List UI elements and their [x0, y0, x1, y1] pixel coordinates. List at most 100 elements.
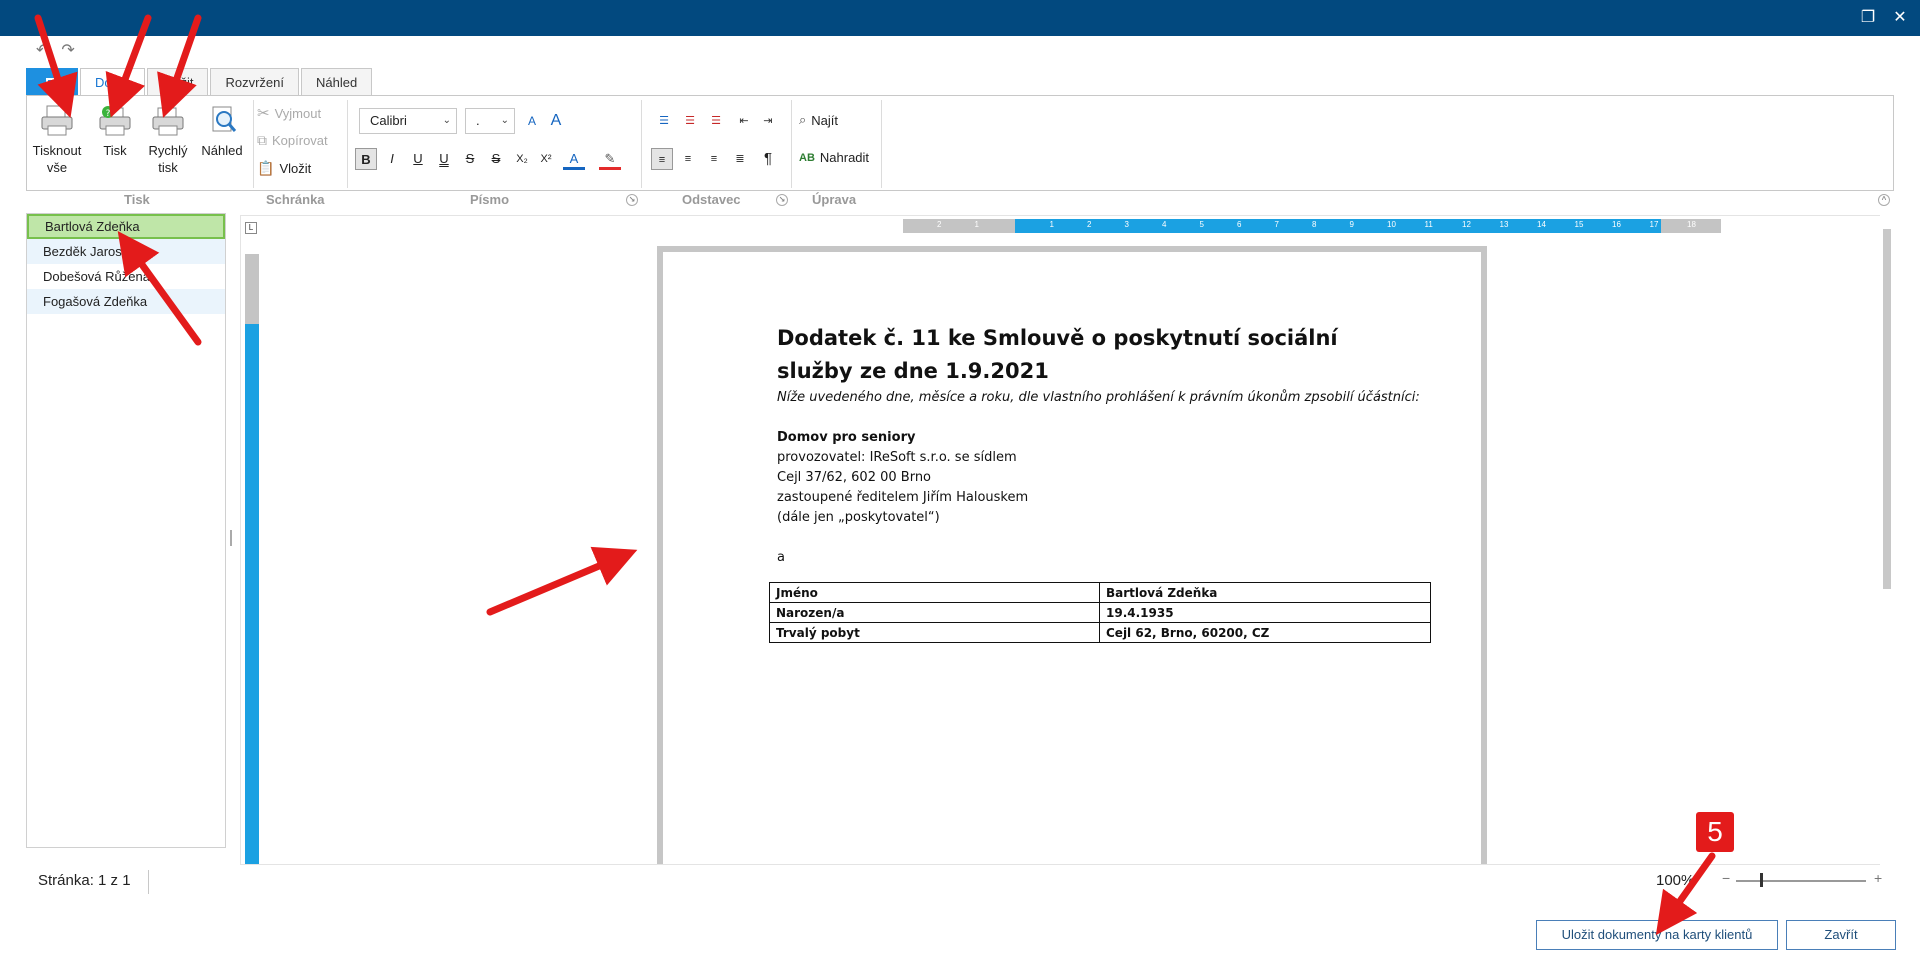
double-underline-button[interactable]: U	[433, 148, 455, 170]
document-title: Dodatek č. 11 ke Smlouvě o poskytnutí so…	[777, 326, 1338, 383]
tab-file[interactable]	[26, 68, 78, 96]
font-size-value: .	[476, 113, 480, 128]
numbering-icon[interactable]: ☰	[679, 110, 701, 132]
underline-button[interactable]: U	[407, 148, 429, 170]
list-item[interactable]: Dobešová Růžena	[27, 264, 225, 289]
group-label-print: Tisk	[124, 192, 150, 207]
ruler-number: 6	[1237, 220, 1242, 229]
list-item[interactable]: Bartlová Zdeňka	[27, 214, 225, 239]
find-label: Najít	[811, 112, 839, 128]
ruler-number: 1	[974, 220, 979, 229]
table-cell: Jméno	[769, 582, 1100, 603]
ribbon-separator	[641, 100, 642, 188]
clipboard-icon: 📋	[257, 160, 275, 176]
font-color-icon[interactable]: A	[563, 148, 585, 170]
zoom-slider[interactable]	[1736, 880, 1866, 882]
undo-icon[interactable]: ↶	[36, 40, 49, 62]
paste-button[interactable]: 📋 Vložit	[257, 160, 311, 177]
align-right-icon[interactable]: ≡	[703, 148, 725, 170]
panel-splitter[interactable]	[230, 530, 232, 546]
group-label-clipboard: Schránka	[266, 192, 325, 207]
tab-insert[interactable]: Vložit	[146, 68, 209, 96]
document-editor[interactable]: L 2 1 1 2 3 4 5 6 7 8 9 10 11 12 13 14 15 16 17 18 Dodatek …	[240, 215, 1894, 865]
find-button[interactable]: ⌕ Najít	[799, 112, 838, 128]
increase-indent-icon[interactable]: ⇥	[757, 110, 779, 132]
print-button[interactable]: ? Tisk	[95, 104, 135, 159]
vertical-scrollbar[interactable]	[1880, 215, 1894, 865]
doc-line: Cejl 37/62, 602 00 Brno	[777, 470, 932, 485]
cut-button[interactable]: ✂ Vyjmout	[257, 104, 321, 122]
bullets-icon[interactable]: ☰	[653, 110, 675, 132]
client-info-table: Jméno Bartlová Zdeňka Narozen/a 19.4.193…	[769, 582, 1431, 643]
scissors-icon: ✂	[257, 105, 270, 122]
doc-line: (dále jen „poskytovatel“)	[777, 510, 940, 525]
redo-icon[interactable]: ↷	[61, 40, 74, 62]
doc-line: provozovatel: IReSoft s.r.o. se sídlem	[777, 450, 1017, 465]
zoom-slider-handle[interactable]	[1760, 873, 1763, 887]
list-item[interactable]: Bezděk Jaroslav	[27, 239, 225, 264]
strikethrough-button[interactable]: S	[459, 148, 481, 170]
table-row: Jméno Bartlová Zdeňka	[769, 582, 1431, 603]
zoom-out-icon[interactable]: −	[1722, 870, 1730, 886]
status-separator	[148, 870, 149, 894]
align-center-icon[interactable]: ≡	[677, 148, 699, 170]
document-content[interactable]: Dodatek č. 11 ke Smlouvě o poskytnutí so…	[769, 322, 1457, 643]
ruler-number: 10	[1387, 220, 1396, 229]
tab-stop-icon[interactable]: L	[245, 222, 257, 234]
font-dialog-launcher-icon[interactable]: ↘	[626, 194, 638, 206]
preview-button[interactable]: Náhled	[197, 104, 247, 159]
font-name-select[interactable]: Calibri ⌄	[359, 108, 457, 134]
scrollbar-thumb[interactable]	[1883, 229, 1891, 589]
ribbon-separator	[253, 100, 254, 188]
italic-button[interactable]: I	[381, 148, 403, 170]
font-size-select[interactable]: . ⌄	[465, 108, 515, 134]
zoom-in-icon[interactable]: +	[1874, 870, 1882, 886]
collapse-ribbon-icon[interactable]: ^	[1878, 194, 1890, 206]
decrease-indent-icon[interactable]: ⇤	[733, 110, 755, 132]
ruler-number: 3	[1124, 220, 1129, 229]
save-documents-button[interactable]: Uložit dokumenty na karty klientů	[1536, 920, 1778, 950]
ribbon: Tisknout vše ? Tisk Rychlý tisk Náhled ✂…	[26, 95, 1894, 191]
multilevel-list-icon[interactable]: ☰	[705, 110, 727, 132]
replace-icon: AB	[799, 151, 815, 164]
grow-font-icon[interactable]: A	[521, 110, 543, 132]
double-strikethrough-button[interactable]: S	[485, 148, 507, 170]
subscript-button[interactable]: X₂	[511, 148, 533, 170]
quick-print-button[interactable]: Rychlý tisk	[143, 104, 193, 176]
list-item[interactable]: Fogašová Zdeňka	[27, 289, 225, 314]
page-frame: Dodatek č. 11 ke Smlouvě o poskytnutí so…	[657, 246, 1487, 864]
close-icon[interactable]: ✕	[1888, 6, 1912, 30]
print-all-button[interactable]: Tisknout vše	[29, 104, 85, 176]
page-counter: Stránka: 1 z 1	[38, 872, 131, 889]
shrink-font-icon[interactable]: A	[545, 110, 567, 132]
zoom-level: 100%	[1656, 872, 1695, 889]
quick-access-toolbar: ↶ ↷	[36, 40, 75, 62]
vertical-ruler[interactable]	[245, 254, 259, 864]
align-left-icon[interactable]: ≡	[651, 148, 673, 170]
copy-button[interactable]: ⧉ Kopírovat	[257, 132, 328, 149]
ruler-number: 9	[1349, 220, 1354, 229]
magnifier-page-icon	[212, 106, 237, 132]
justify-icon[interactable]: ≣	[729, 148, 751, 170]
tab-home[interactable]: Domů	[80, 68, 145, 97]
chevron-down-icon: ⌄	[500, 115, 509, 126]
restore-icon[interactable]: ❐	[1856, 6, 1880, 30]
tab-preview[interactable]: Náhled	[301, 68, 373, 96]
bold-button[interactable]: B	[355, 148, 377, 170]
horizontal-ruler[interactable]: 2 1 1 2 3 4 5 6 7 8 9 10 11 12 13 14 15 16 17 18	[903, 219, 1721, 233]
paragraph-dialog-launcher-icon[interactable]: ↘	[776, 194, 788, 206]
tab-layout[interactable]: Rozvržení	[210, 68, 300, 96]
doc-conjunction: a	[777, 550, 785, 565]
close-button[interactable]: Zavřít	[1786, 920, 1896, 950]
quick-printer-icon	[152, 107, 184, 136]
highlight-icon[interactable]: ✎	[599, 148, 621, 170]
replace-button[interactable]: AB Nahradit	[799, 150, 869, 165]
superscript-button[interactable]: X²	[535, 148, 557, 170]
pilcrow-icon[interactable]: ¶	[757, 148, 779, 170]
group-label-edit: Úprava	[812, 192, 857, 207]
document-page[interactable]: Dodatek č. 11 ke Smlouvě o poskytnutí so…	[663, 252, 1481, 864]
print-all-label: Tisknout vše	[32, 143, 82, 175]
print-label: Tisk	[103, 143, 127, 158]
ribbon-separator	[881, 100, 882, 188]
group-label-font: Písmo	[470, 192, 510, 207]
